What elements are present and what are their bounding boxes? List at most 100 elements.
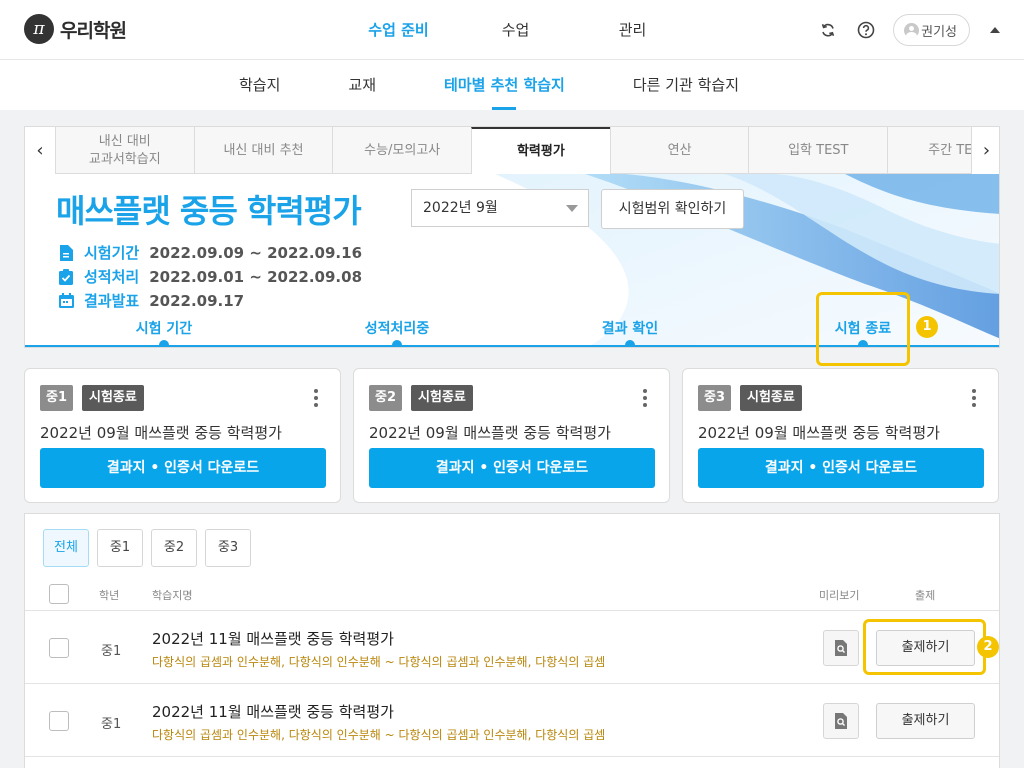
grade-badge: 중2 (369, 385, 403, 411)
grade-card-2: 중2 시험종료 2022년 09월 매쓰플랫 중등 학력평가 결과지 • 인증서… (353, 368, 670, 503)
chevron-down-icon (566, 205, 578, 212)
row-scope: 다항식의 곱셈과 인수분해, 다항식의 인수분해 ~ 다항식의 곱셈과 인수분해… (152, 655, 606, 669)
sub-nav-theme-recommend[interactable]: 테마별 추천 학습지 (410, 60, 599, 110)
user-name: 권기성 (921, 24, 957, 40)
help-icon[interactable] (855, 19, 877, 41)
download-result-button[interactable]: 결과지 • 인증서 다운로드 (369, 448, 655, 488)
logo-text: 우리학원 (60, 19, 127, 42)
exam-period-row: 시험기간 2022.09.09 ~ 2022.09.16 (58, 242, 362, 263)
result-label: 결과발표 (84, 292, 140, 310)
annotation-badge-1: 1 (916, 316, 938, 338)
banner-title: 매쓰플랫 중등 학력평가 (56, 192, 362, 230)
filter-all[interactable]: 전체 (43, 529, 89, 567)
filter-grade-2[interactable]: 중2 (151, 529, 197, 567)
tab-entrance-test[interactable]: 입학 TEST (748, 127, 887, 174)
row-scope: 다항식의 곱셈과 인수분해, 다항식의 인수분해 ~ 다항식의 곱셈과 인수분해… (152, 728, 606, 742)
logo-mark: π (24, 14, 54, 44)
tab-arithmetic[interactable]: 연산 (609, 127, 749, 174)
month-select[interactable]: 2022년 9월 (411, 189, 589, 227)
grading-label: 성적처리 (84, 268, 140, 286)
row-checkbox[interactable] (49, 638, 69, 658)
row-grade: 중1 (101, 644, 122, 659)
tab-achievement-test[interactable]: 학력평가 (471, 127, 610, 175)
user-profile-button[interactable]: 권기성 (893, 14, 970, 46)
chevron-left-icon[interactable]: ‹ (25, 127, 55, 174)
step-dot (159, 340, 169, 347)
main-nav: 수업 준비 수업 관리 (340, 0, 691, 60)
header-name: 학습지명 (152, 589, 193, 602)
row-title: 2022년 11월 매쓰플랫 중등 학력평가 (152, 630, 394, 648)
avatar-icon (904, 22, 920, 38)
grading-value: 2022.09.01 ~ 2022.09.08 (149, 267, 363, 286)
sub-nav: 학습지 교재 테마별 추천 학습지 다른 기관 학습지 (0, 60, 1024, 110)
row-title: 2022년 11월 매쓰플랫 중등 학력평가 (152, 703, 394, 721)
exam-range-button[interactable]: 시험범위 확인하기 (601, 189, 744, 229)
assign-button[interactable]: 출제하기 (876, 703, 975, 739)
calendar-icon (58, 293, 74, 309)
grade-card-3: 중3 시험종료 2022년 09월 매쓰플랫 중등 학력평가 결과지 • 인증서… (682, 368, 999, 503)
grade-badge: 중3 (698, 385, 732, 411)
caret-up-icon[interactable] (990, 27, 1000, 33)
card-exam-name: 2022년 09월 매쓰플랫 중등 학력평가 (698, 424, 940, 442)
result-row: 결과발표 2022.09.17 (58, 290, 244, 311)
main-nav-lesson[interactable]: 수업 (457, 0, 574, 60)
table-row: 중1 2022년 11월 매쓰플랫 중등 학력평가 다항식의 곱셈과 인수분해,… (25, 612, 999, 684)
document-icon (58, 244, 74, 261)
header-actions: 권기성 (817, 14, 1000, 46)
status-badge: 시험종료 (740, 385, 802, 411)
clipboard-check-icon (58, 268, 74, 285)
month-select-value: 2022년 9월 (423, 200, 498, 216)
tab-school-recommend[interactable]: 내신 대비 추천 (193, 127, 333, 174)
tab-textbook-worksheet[interactable]: 내신 대비 교과서학습지 (54, 127, 194, 174)
step-result: 결과 확인 (601, 321, 659, 337)
row-grade: 중1 (101, 717, 122, 732)
grade-filters: 전체 중1 중2 중3 (43, 529, 259, 567)
logo[interactable]: π 우리학원 (24, 14, 127, 44)
top-header: π 우리학원 수업 준비 수업 관리 권기성 (0, 0, 1024, 60)
table-row: 중1 2022년 11월 매쓰플랫 중등 학력평가 다항식의 곱셈과 인수분해,… (25, 685, 999, 757)
step-dot (625, 340, 635, 347)
exam-period-value: 2022.09.09 ~ 2022.09.16 (149, 243, 363, 262)
main-nav-manage[interactable]: 관리 (574, 0, 691, 60)
select-all-checkbox[interactable] (49, 584, 69, 604)
more-icon[interactable] (314, 389, 318, 407)
step-exam-period: 시험 기간 (135, 321, 193, 337)
result-value: 2022.09.17 (149, 291, 245, 310)
row-checkbox[interactable] (49, 711, 69, 731)
exam-period-label: 시험기간 (84, 244, 140, 262)
download-result-button[interactable]: 결과지 • 인증서 다운로드 (698, 448, 984, 488)
sub-nav-other-institution[interactable]: 다른 기관 학습지 (599, 60, 773, 110)
highlight-box-1 (816, 292, 910, 366)
grade-card-1: 중1 시험종료 2022년 09월 매쓰플랫 중등 학력평가 결과지 • 인증서… (24, 368, 341, 503)
grade-badge: 중1 (40, 385, 74, 411)
chevron-right-icon[interactable]: › (971, 127, 999, 174)
download-result-button[interactable]: 결과지 • 인증서 다운로드 (40, 448, 326, 488)
header-preview: 미리보기 (819, 589, 860, 602)
worksheet-list: 전체 중1 중2 중3 학년 학습지명 미리보기 출제 중1 2022년 11월… (24, 513, 1000, 768)
status-badge: 시험종료 (411, 385, 473, 411)
grading-row: 성적처리 2022.09.01 ~ 2022.09.08 (58, 266, 362, 287)
sub-nav-worksheet[interactable]: 학습지 (205, 60, 314, 110)
status-badge: 시험종료 (82, 385, 144, 411)
refresh-icon[interactable] (817, 19, 839, 41)
card-exam-name: 2022년 09월 매쓰플랫 중등 학력평가 (369, 424, 611, 442)
tab-csat-mock[interactable]: 수능/모의고사 (332, 127, 471, 174)
tab-weekly-test[interactable]: 주간 TE (887, 127, 971, 174)
more-icon[interactable] (643, 389, 647, 407)
filter-grade-1[interactable]: 중1 (97, 529, 143, 567)
main-nav-lesson-prep[interactable]: 수업 준비 (340, 0, 457, 60)
filter-grade-3[interactable]: 중3 (205, 529, 251, 567)
preview-icon (835, 713, 847, 729)
list-header: 학년 학습지명 미리보기 출제 (25, 576, 999, 611)
step-grading: 성적처리중 (364, 321, 430, 337)
preview-button[interactable] (823, 630, 859, 666)
category-tabs: ‹ 내신 대비 교과서학습지 내신 대비 추천 수능/모의고사 학력평가 연산 … (25, 127, 999, 175)
step-dot (392, 340, 402, 347)
more-icon[interactable] (972, 389, 976, 407)
preview-icon (835, 640, 847, 656)
header-grade: 학년 (99, 589, 120, 602)
preview-button[interactable] (823, 703, 859, 739)
sub-nav-textbook[interactable]: 교재 (314, 60, 410, 110)
annotation-badge-2: 2 (977, 636, 999, 658)
highlight-box-2 (863, 619, 986, 675)
